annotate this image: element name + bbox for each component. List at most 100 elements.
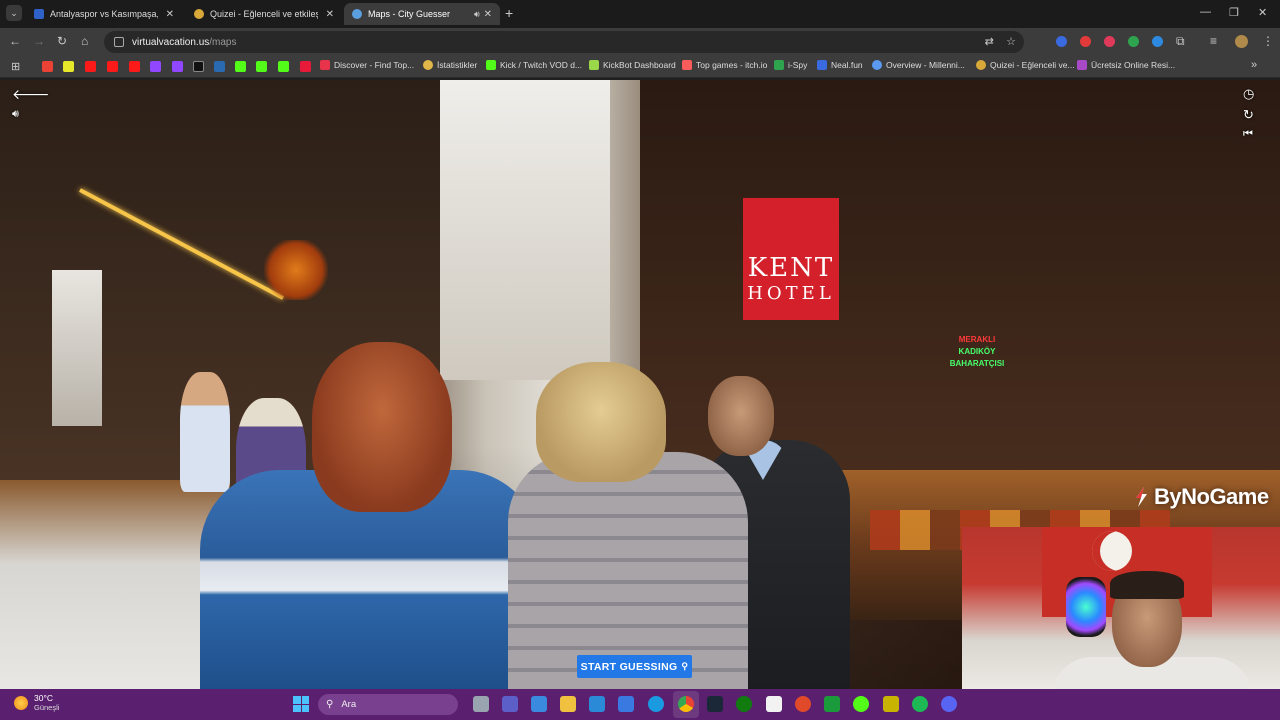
weather-widget[interactable]: 30°C Güneşli — [14, 693, 59, 712]
scene-person-head — [536, 362, 666, 482]
hotel-sign: KENT HOTEL — [743, 198, 839, 320]
copilot-icon[interactable] — [531, 696, 547, 712]
restore-icon[interactable]: ❐ — [1229, 6, 1239, 19]
forward-icon[interactable]: → — [33, 34, 45, 48]
tab-quizei[interactable]: Quizei - Eğlenceli ve etkileşimli ✕ — [186, 3, 342, 25]
notepad-icon[interactable] — [766, 696, 782, 712]
gmail-icon[interactable] — [42, 61, 53, 72]
profile-avatar[interactable] — [1235, 35, 1248, 48]
store-icon[interactable] — [618, 696, 634, 712]
twitch-icon[interactable] — [150, 61, 161, 72]
bookmark-item[interactable]: KickBot Dashboard — [589, 60, 676, 70]
bookmark-item[interactable]: Ücretsiz Online Resi... — [1077, 60, 1175, 70]
bookmark-item[interactable]: i-Spy — [774, 60, 807, 70]
tab-title: Antalyaspor vs Kasımpaşa, 09.0 — [50, 9, 158, 19]
scene-poster — [52, 270, 102, 426]
menu-icon[interactable]: ⋮ — [1262, 34, 1274, 48]
puzzle-icon[interactable]: ⧉ — [1176, 34, 1185, 49]
skip-back-icon[interactable]: ⏮ — [1243, 128, 1253, 141]
neon-sign-line3: BAHARATÇISI — [949, 359, 1005, 368]
scene-sky — [440, 80, 610, 380]
reading-list-icon[interactable]: ≡ — [1210, 34, 1217, 48]
window-close-icon[interactable]: ✕ — [1258, 6, 1267, 19]
address-bar[interactable]: virtualvacation.us/maps ⇄ ☆ — [104, 31, 1024, 53]
extension-icon[interactable] — [1152, 36, 1163, 47]
kick-icon[interactable] — [853, 696, 869, 712]
windows-taskbar: 30°C Güneşli ⚲ Ara — [0, 689, 1280, 720]
bookmark-item[interactable]: Kick / Twitch VOD d... — [486, 60, 582, 70]
scene-person — [180, 372, 230, 492]
scene-person — [508, 452, 748, 689]
app-icon[interactable] — [883, 696, 899, 712]
refresh-icon[interactable]: ↻ — [1243, 107, 1254, 123]
street-view-panorama[interactable]: KENT HOTEL MERAKLI KADIKÖY BAHARATÇISI 🡐… — [0, 80, 1280, 689]
bookmark-icon[interactable] — [214, 61, 225, 72]
bookmark-item[interactable]: Neal.fun — [817, 60, 863, 70]
bookmark-icon[interactable] — [300, 61, 311, 72]
edge-icon[interactable] — [648, 696, 664, 712]
map-pin-icon: ⚲ — [681, 661, 689, 671]
close-icon[interactable]: ✕ — [166, 9, 174, 20]
new-tab-button[interactable]: + — [505, 5, 513, 21]
bookmark-icon[interactable] — [63, 61, 74, 72]
reload-icon[interactable]: ↻ — [57, 34, 67, 48]
tab-maps-city-guesser[interactable]: Maps - City Guesser 🔊︎ ✕ — [344, 3, 500, 25]
kick-icon[interactable] — [256, 61, 267, 72]
site-info-icon[interactable] — [114, 37, 124, 47]
kick-icon[interactable] — [278, 61, 289, 72]
hotel-sign-line2: HOTEL — [747, 282, 835, 304]
start-guessing-button[interactable]: START GUESSING ⚲ — [577, 655, 692, 678]
apps-grid-icon[interactable]: ⊞ — [11, 60, 20, 73]
tab-title: Maps - City Guesser — [368, 9, 451, 19]
bookmark-item[interactable]: Overview - Millenni... — [872, 60, 965, 70]
youtube-icon[interactable] — [85, 61, 96, 72]
steam-icon[interactable] — [707, 696, 723, 712]
youtube-icon[interactable] — [107, 61, 118, 72]
back-arrow-icon[interactable]: 🡐 — [12, 86, 50, 103]
scene-market-stall-left — [0, 480, 230, 689]
clock-icon[interactable]: ◷ — [1243, 86, 1254, 102]
app-icon[interactable] — [795, 696, 811, 712]
kick-icon[interactable] — [235, 61, 246, 72]
chrome-icon[interactable] — [678, 696, 694, 712]
volume-icon[interactable]: 🔊︎ — [12, 108, 19, 121]
windows-start-icon[interactable] — [293, 696, 309, 712]
translate-icon[interactable]: ⇄ — [985, 36, 994, 48]
spotify-icon[interactable] — [912, 696, 928, 712]
webcam-person-hair — [1110, 571, 1184, 599]
close-icon[interactable]: ✕ — [326, 9, 334, 20]
twitch-icon[interactable] — [172, 61, 183, 72]
file-explorer-icon[interactable] — [560, 696, 576, 712]
bookmark-item[interactable]: Quizei - Eğlenceli ve... — [976, 60, 1075, 70]
bookmark-item[interactable]: Top games - itch.io — [682, 60, 767, 70]
taskbar-search[interactable]: ⚲ Ara — [318, 694, 458, 715]
home-icon[interactable]: ⌂ — [81, 34, 88, 48]
extension-icon[interactable] — [1056, 36, 1067, 47]
tab-search-button[interactable]: ⌄ — [6, 5, 22, 21]
photos-icon[interactable] — [589, 696, 605, 712]
omnibox-actions: ⇄ ☆ — [985, 35, 1016, 48]
back-icon[interactable]: ← — [9, 34, 21, 48]
close-icon[interactable]: ✕ — [484, 9, 492, 20]
bookmark-item[interactable]: İstatistikler — [423, 60, 477, 70]
bookmark-item[interactable]: Discover - Find Top... — [320, 60, 414, 70]
channel-watermark: ByNoGame — [1132, 484, 1269, 510]
teams-icon[interactable] — [502, 696, 518, 712]
x-icon[interactable] — [193, 61, 204, 72]
app-icon[interactable] — [824, 696, 840, 712]
xbox-icon[interactable] — [736, 696, 752, 712]
minimize-icon[interactable]: — — [1200, 6, 1211, 18]
extension-icon[interactable] — [1080, 36, 1091, 47]
speaker-icon[interactable]: 🔊︎ — [474, 9, 480, 20]
tab-antalyaspor[interactable]: Antalyaspor vs Kasımpaşa, 09.0 ✕ — [26, 3, 182, 25]
task-view-icon[interactable] — [473, 696, 489, 712]
discord-icon[interactable] — [941, 696, 957, 712]
extension-icon[interactable] — [1128, 36, 1139, 47]
bookmark-favicon — [1077, 60, 1087, 70]
tab-favicon — [34, 9, 44, 19]
extension-icon[interactable] — [1104, 36, 1115, 47]
youtube-icon[interactable] — [129, 61, 140, 72]
bookmark-star-icon[interactable]: ☆ — [1006, 36, 1016, 48]
more-bookmarks-icon[interactable]: » — [1251, 59, 1257, 71]
scene-neon-sign — [264, 240, 328, 300]
